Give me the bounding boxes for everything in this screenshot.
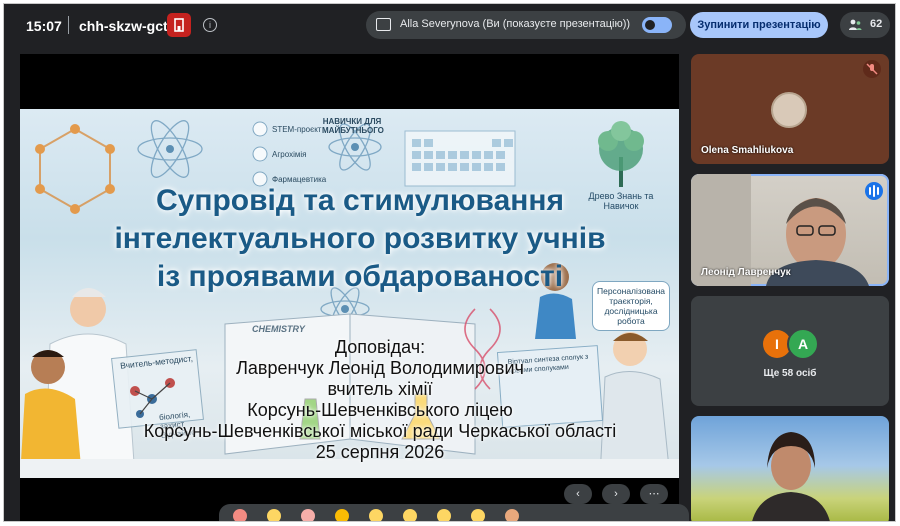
speaker-line: 25 серпня 2026 <box>315 442 445 462</box>
speaker-line: Доповідач: <box>334 337 426 357</box>
shared-screen: НАВИЧКИ ДЛЯ МАЙБУТНЬОГО STEM-проєкт Агро… <box>20 54 679 521</box>
slide-title-line: інтелектуального розвитку учнів <box>114 222 606 255</box>
speaker-line: Корсунь-Шевченківської міської ради Черк… <box>143 421 617 441</box>
thumbs-down-reaction-icon[interactable] <box>505 509 519 521</box>
reactions-bar <box>219 504 689 521</box>
celebrate-reaction-icon[interactable] <box>301 509 315 521</box>
speaker-line: Корсунь-Шевченківського ліцею <box>247 400 513 420</box>
participant-name: Леонід Лавренчук <box>701 267 791 278</box>
clap-reaction-icon[interactable] <box>335 509 349 521</box>
info-icon[interactable]: i <box>203 18 217 32</box>
sad-reaction-icon[interactable] <box>437 509 451 521</box>
previous-slide-icon[interactable]: ‹ <box>564 484 592 504</box>
speaking-indicator-icon <box>865 182 883 200</box>
agro-label: Агрохімія <box>272 150 307 159</box>
clock: 15:07 <box>26 18 62 34</box>
mic-slash-icon <box>866 63 878 75</box>
participant-count: 62 <box>870 18 883 30</box>
thinking-reaction-icon[interactable] <box>471 509 485 521</box>
slide-controls: ‹ › ⋯ <box>564 484 674 504</box>
participant-tile[interactable]: Olena Smahliukova <box>691 54 889 164</box>
pharma-label: Фармацевтика <box>272 175 327 184</box>
skills-label: НАВИЧКИ ДЛЯ МАЙБУТНЬОГО <box>322 117 384 135</box>
divider <box>68 16 69 34</box>
presenting-indicator: Alla Severynova (Ви (показуєте презентац… <box>366 11 686 39</box>
stem-label: STEM-проєкт <box>272 125 322 134</box>
laugh-reaction-icon[interactable] <box>369 509 383 521</box>
more-options-icon[interactable]: ⋯ <box>640 484 668 504</box>
speaker-line: Лавренчук Леонід Володимирович <box>236 358 524 378</box>
participant-video <box>752 432 830 521</box>
slide-title-line: Супровід та стимулювання <box>155 184 565 217</box>
avatar <box>771 92 807 128</box>
participants-button[interactable]: 62 <box>840 12 890 38</box>
recording-notice-icon[interactable] <box>167 13 191 37</box>
more-participants-tile[interactable]: I A Ще 58 осіб <box>691 296 889 406</box>
present-screen-icon <box>376 18 391 31</box>
stop-presenting-button[interactable]: Зупинити презентацію <box>690 12 828 38</box>
more-participants-label: Ще 58 осіб <box>763 368 817 379</box>
presenting-text: Alla Severynova (Ви (показуєте презентац… <box>400 18 631 30</box>
building-icon <box>174 18 184 32</box>
avatar: A <box>787 328 819 360</box>
participant-tile[interactable] <box>691 416 889 521</box>
people-icon <box>849 19 862 30</box>
speaker-line: вчитель хімії <box>327 379 433 399</box>
presentation-toggle[interactable] <box>642 17 672 33</box>
next-slide-icon[interactable]: › <box>602 484 630 504</box>
top-bar: 15:07 chh-skzw-gct i Alla Severynova (Ви… <box>4 4 895 48</box>
thumbs-up-reaction-icon[interactable] <box>267 509 281 521</box>
participant-name: Olena Smahliukova <box>701 145 794 156</box>
chemistry-label: CHEMISTRY <box>252 324 305 334</box>
meet-window: 15:07 chh-skzw-gct i Alla Severynova (Ви… <box>3 3 896 522</box>
participant-tile-speaking[interactable]: Леонід Лавренчук <box>691 174 889 286</box>
slide-title-line: із проявами обдарованості <box>156 260 564 293</box>
mic-off-icon <box>863 60 881 78</box>
presentation-slide: НАВИЧКИ ДЛЯ МАЙБУТНЬОГО STEM-проєкт Агро… <box>20 109 679 478</box>
heart-reaction-icon[interactable] <box>233 509 247 521</box>
meeting-code: chh-skzw-gct <box>79 18 168 34</box>
surprised-reaction-icon[interactable] <box>403 509 417 521</box>
